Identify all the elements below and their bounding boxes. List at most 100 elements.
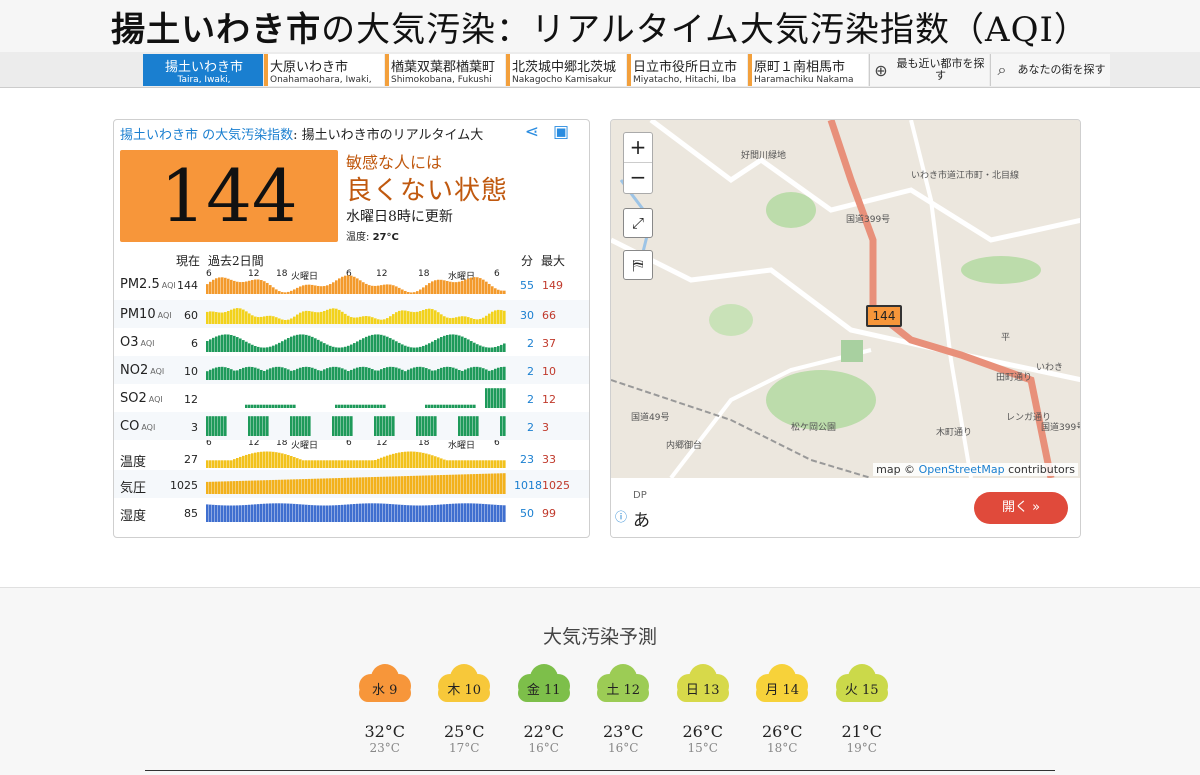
sparkline-bar (293, 335, 296, 352)
sparkline-bar (470, 404, 473, 408)
pollutant-row[interactable]: 温度 27 23 33 (114, 444, 589, 472)
sparkline-bar (218, 416, 221, 436)
pollutant-row[interactable]: CO AQI 3 2 3 (114, 412, 589, 440)
sparkline-bar (266, 451, 269, 468)
forecast-day[interactable]: 月 14 26°C 18°C (743, 662, 823, 755)
sparkline-bar (341, 404, 344, 408)
forecast-day[interactable]: 日 13 26°C 15°C (663, 662, 743, 755)
sparkline-bar (425, 416, 428, 436)
nearest-city-button[interactable]: ⊕ 最も近い都市を探す (869, 54, 989, 86)
station-item[interactable]: 日立市役所日立市 Miyatacho, Hitachi, Iba (627, 54, 747, 86)
station-item[interactable]: 揚土いわき市 Taira, Iwaki, (143, 54, 263, 86)
forecast-day[interactable]: 金 11 22°C 16°C (504, 662, 584, 755)
forecast-day[interactable]: 火 15 21°C 19°C (822, 662, 902, 755)
min-value: 2 (527, 393, 534, 406)
min-value: 23 (520, 453, 534, 466)
pollutant-row[interactable]: 湿度 85 50 99 (114, 498, 589, 526)
sparkline-bar (380, 476, 383, 494)
forecast-day[interactable]: 土 12 23°C 16°C (584, 662, 664, 755)
sparkline-bar (371, 404, 374, 408)
sparkline-bar (338, 416, 341, 436)
sparkline-bar (470, 341, 473, 352)
sparkline-bar (473, 460, 476, 468)
sparkline-bar (215, 336, 218, 352)
station-item[interactable]: 北茨城中郷北茨城 Nakagocho Kamisakur (506, 54, 626, 86)
forecast-day[interactable]: 木 10 25°C 17°C (425, 662, 505, 755)
sparkline-bar (323, 505, 326, 522)
station-item[interactable]: 原町１南相馬市 Haramachiku Nakama (748, 54, 868, 86)
zoom-out-button[interactable]: − (624, 163, 652, 193)
sparkline-bar (287, 479, 290, 494)
sparkline-bar (218, 505, 221, 522)
sparkline-bar (416, 505, 419, 522)
map-panel: + − ⤢ ⛿ 144 map © OpenStreetMap contribu… (610, 119, 1081, 538)
pollutant-row[interactable]: PM10 AQI 60 30 66 (114, 300, 589, 328)
sparkline-bar (398, 368, 401, 380)
info-icon[interactable]: ⓘ (615, 508, 627, 525)
sparkline-bar (482, 368, 485, 380)
sparkline-bar (341, 276, 344, 294)
forecast-day-label: 水 9 (372, 683, 398, 698)
share-icon[interactable]: ⋖ (525, 122, 539, 142)
station-name: 北茨城中郷北茨城 (512, 59, 617, 75)
sparkline-bar (428, 343, 431, 352)
station-item[interactable]: 楢葉双葉郡楢葉町 Shimokobana, Fukushi (385, 54, 505, 86)
sparkline-bar (275, 289, 278, 294)
pollutant-row[interactable]: 気圧 1025 1018 1025 (114, 470, 589, 498)
osm-link[interactable]: OpenStreetMap (919, 463, 1005, 476)
forecast-day-label: 日 13 (685, 683, 720, 698)
widget-icon[interactable]: ▣ (553, 122, 569, 142)
sparkline-bar (353, 276, 356, 294)
sparkline-bar (461, 460, 464, 468)
pollutant-label: NO2 AQI (120, 363, 165, 378)
pollutant-row[interactable]: O3 AQI 6 2 37 (114, 328, 589, 356)
sparkline-bar (329, 367, 332, 380)
sparkline-bar (278, 318, 281, 324)
map-footer: ⓘ DP あ 開く » (611, 478, 1080, 537)
sparkline-bar (239, 456, 242, 468)
sparkline-bar (257, 317, 260, 324)
pollutant-row[interactable]: NO2 AQI 10 2 10 (114, 356, 589, 384)
sparkline-bar (440, 314, 443, 324)
sparkline-bar (323, 286, 326, 294)
sparkline-bar (485, 315, 488, 324)
station-item[interactable]: 大原いわき市 Onahamaohara, Iwaki, (264, 54, 384, 86)
sparkline-bar (455, 474, 458, 494)
sparkline-bar (224, 481, 227, 494)
sparkline-bar (407, 476, 410, 494)
sparkline-bar (410, 505, 413, 522)
sparkline-bar (500, 290, 503, 294)
fullscreen-button[interactable]: ⤢ (623, 208, 653, 238)
sparkline-bar (458, 335, 461, 352)
aqi-map-marker[interactable]: 144 (866, 305, 902, 327)
sparkline-bar (206, 504, 209, 522)
sparkline-bar (485, 473, 488, 494)
max-value: 1025 (542, 479, 570, 492)
pollutant-row[interactable]: SO2 AQI 12 2 12 (114, 384, 589, 412)
sparkline-bar (263, 316, 266, 324)
panel-city-link[interactable]: 揚土いわき市 (120, 128, 198, 143)
sparkline-bar (338, 347, 341, 352)
sparkline-bar (344, 504, 347, 522)
sparkline-bar (467, 404, 470, 408)
sparkline-bar (329, 284, 332, 294)
sparkline-bar (257, 346, 260, 352)
sparkline-bar (341, 347, 344, 352)
pollutant-row[interactable]: PM2.5 AQI 144 55 149 (114, 270, 589, 298)
search-city-button[interactable]: ⌕ あなたの街を探す (990, 54, 1110, 86)
sparkline-bar (377, 416, 380, 436)
open-button[interactable]: 開く » (974, 492, 1068, 524)
map-canvas[interactable]: + − ⤢ ⛿ 144 map © OpenStreetMap contribu… (611, 120, 1080, 478)
sparkline-bar (236, 308, 239, 324)
zoom-in-button[interactable]: + (624, 133, 652, 163)
cloud-icon: 土 12 (589, 662, 657, 704)
sparkline-bar (374, 503, 377, 522)
sparkline-bar (281, 503, 284, 522)
current-value: 85 (184, 507, 198, 520)
sparkline-bar (230, 481, 233, 494)
sparkline-bar (311, 336, 314, 352)
map-layer-button[interactable]: ⛿ (623, 250, 653, 280)
sparkline-bar (383, 503, 386, 522)
forecast-day[interactable]: 水 9 32°C 23°C (345, 662, 425, 755)
sparkline-bar (245, 454, 248, 468)
